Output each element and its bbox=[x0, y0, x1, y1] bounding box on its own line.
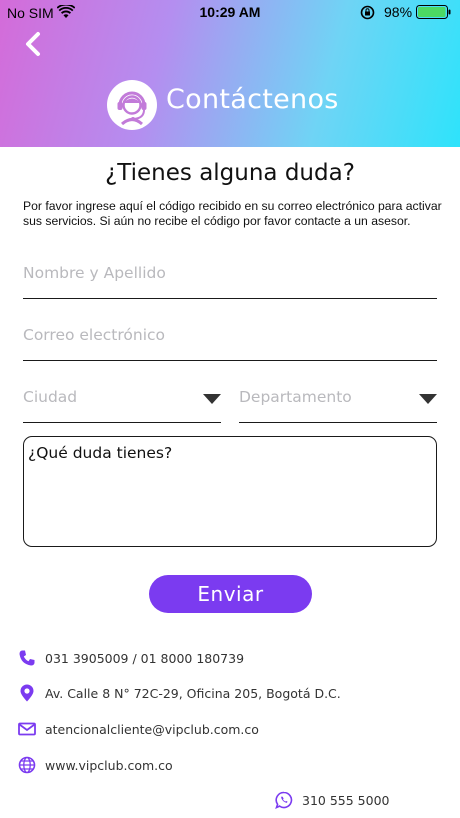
caret-down-icon bbox=[203, 394, 221, 404]
globe-icon bbox=[18, 756, 36, 774]
whatsapp-text: 310 555 5000 bbox=[302, 792, 390, 808]
send-button[interactable]: Enviar bbox=[149, 575, 312, 613]
send-button-label: Enviar bbox=[197, 582, 264, 606]
name-placeholder: Nombre y Apellido bbox=[23, 264, 166, 282]
mail-icon bbox=[18, 722, 36, 736]
whatsapp-icon bbox=[275, 791, 293, 809]
page-title: ¿Tienes alguna duda? bbox=[105, 160, 355, 186]
rotation-lock-icon bbox=[360, 5, 375, 20]
city-placeholder: Ciudad bbox=[23, 388, 78, 406]
department-placeholder: Departamento bbox=[239, 388, 352, 406]
department-dropdown[interactable]: Departamento bbox=[239, 382, 437, 423]
back-arrow-icon[interactable] bbox=[22, 31, 44, 57]
support-agent-icon bbox=[107, 80, 157, 130]
header-banner: No SIM 10:29 AM 98% Contáctenos bbox=[0, 0, 460, 147]
caret-down-icon bbox=[419, 394, 437, 404]
location-pin-icon bbox=[20, 684, 34, 702]
contact-address[interactable]: Av. Calle 8 N° 72C-29, Oficina 205, Bogo… bbox=[18, 682, 341, 704]
battery-icon bbox=[416, 5, 451, 19]
contact-whatsapp[interactable]: 310 555 5000 bbox=[275, 789, 389, 811]
contact-website[interactable]: www.vipclub.com.co bbox=[18, 754, 173, 776]
contact-phone[interactable]: 031 3905009 / 01 8000 180739 bbox=[18, 647, 244, 669]
phone-text: 031 3905009 / 01 8000 180739 bbox=[45, 650, 245, 666]
question-textarea[interactable]: ¿Qué duda tienes? bbox=[23, 436, 437, 547]
address-text: Av. Calle 8 N° 72C-29, Oficina 205, Bogo… bbox=[45, 685, 341, 701]
battery-percent: 98% bbox=[384, 4, 413, 20]
email-placeholder: Correo electrónico bbox=[23, 326, 166, 344]
name-field[interactable]: Nombre y Apellido bbox=[23, 258, 437, 299]
contact-email[interactable]: atencionalcliente@vipclub.com.co bbox=[18, 718, 259, 740]
email-field[interactable]: Correo electrónico bbox=[23, 320, 437, 361]
question-placeholder: ¿Qué duda tienes? bbox=[28, 444, 173, 462]
phone-icon bbox=[19, 650, 35, 666]
email-text: atencionalcliente@vipclub.com.co bbox=[45, 721, 259, 737]
status-bar: No SIM 10:29 AM 98% bbox=[0, 0, 460, 26]
header-title: Contáctenos bbox=[166, 84, 339, 115]
website-text: www.vipclub.com.co bbox=[45, 757, 173, 773]
intro-text: Por favor ingrese aquí el código recibid… bbox=[23, 199, 442, 228]
city-dropdown[interactable]: Ciudad bbox=[23, 382, 221, 423]
